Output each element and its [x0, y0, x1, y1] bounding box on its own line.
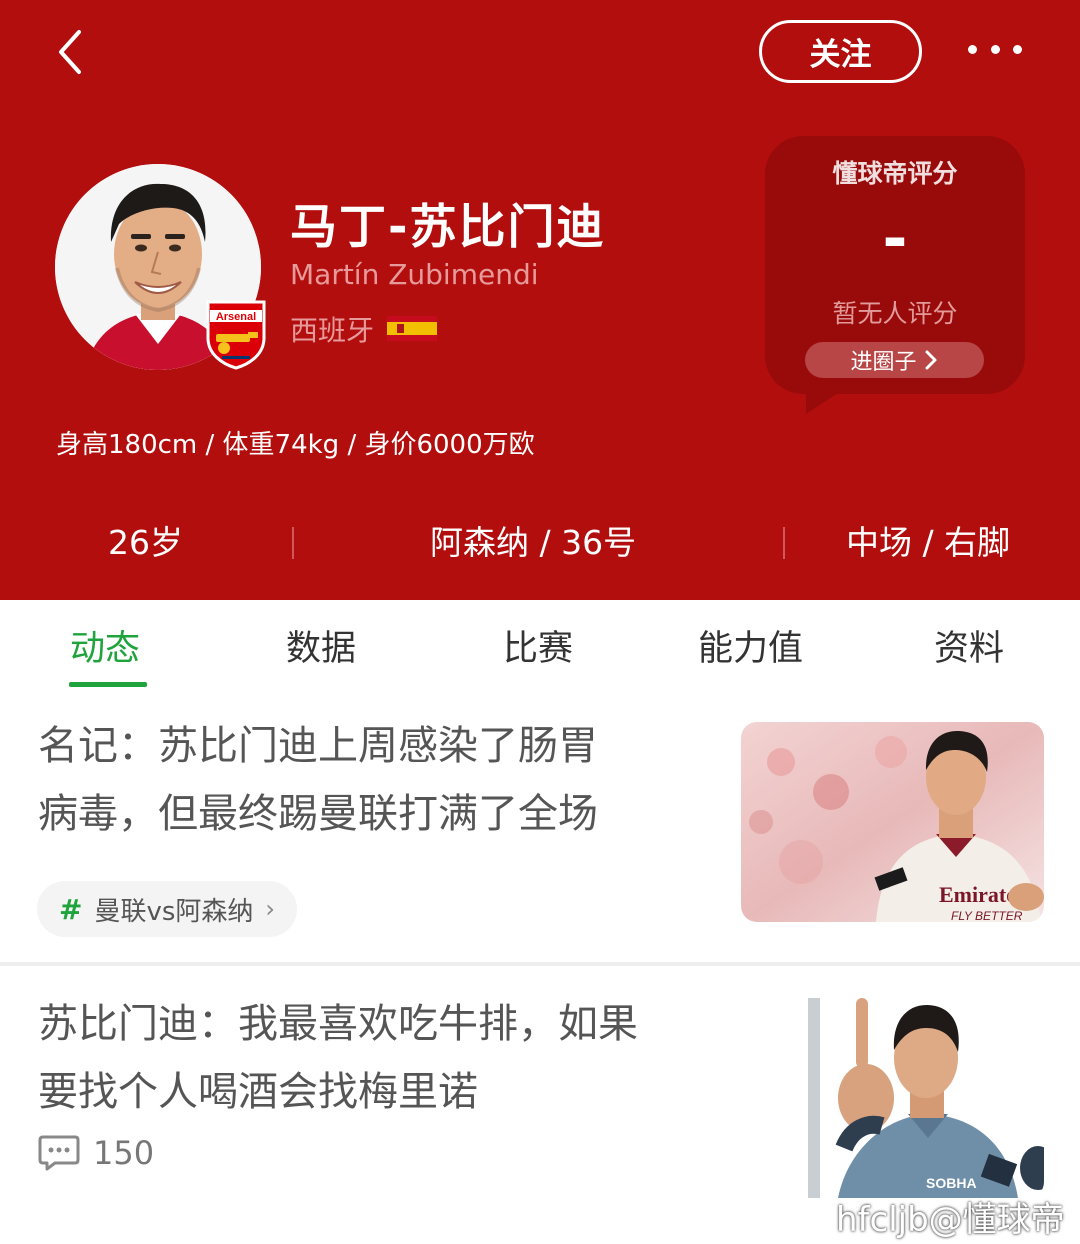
rating-value: -: [882, 204, 908, 274]
more-dot-icon: [1013, 44, 1022, 54]
info-row: 26岁 阿森纳 / 36号 中场 / 右脚: [0, 515, 1080, 571]
watermark: hfcljb@懂球帝: [836, 1200, 1065, 1240]
player-physical-stats: 身高180cm / 体重74kg / 身价6000万欧: [56, 430, 535, 460]
thumb-sponsor-subtext: FLY BETTER: [951, 909, 1023, 922]
feed-item-title[interactable]: 苏比门迪：我最喜欢吃牛排，如果 要找个人喝酒会找梅里诺: [38, 990, 738, 1126]
active-tab-indicator: [69, 682, 147, 687]
feed-item-thumbnail[interactable]: SOBHA: [808, 998, 1044, 1198]
hashtag-icon: #: [59, 892, 83, 926]
comment-count[interactable]: 150: [37, 1134, 154, 1172]
topic-tag[interactable]: # 曼联vs阿森纳 ›: [37, 881, 298, 937]
more-dot-icon: [968, 44, 977, 54]
thumb-sponsor-text: SOBHA: [926, 1175, 977, 1191]
player-name-cn: 马丁-苏比门迪: [290, 200, 606, 255]
player-photo: Emirates FLY BETTER: [741, 722, 1044, 922]
rating-card-tail: [806, 384, 852, 414]
player-nationality: 西班牙: [290, 314, 375, 347]
player-position-foot: 中场 / 右脚: [846, 523, 1011, 562]
feed-title-line: 苏比门迪：我最喜欢吃牛排，如果: [38, 1001, 638, 1047]
tab-ability[interactable]: 能力值: [698, 620, 803, 671]
player-photo: SOBHA: [808, 998, 1044, 1198]
back-button[interactable]: [40, 26, 100, 78]
chevron-right-icon: [925, 350, 936, 370]
feed-item-title[interactable]: 名记：苏比门迪上周感染了肠胃 病毒，但最终踢曼联打满了全场: [38, 712, 698, 848]
arsenal-badge-icon: Arsenal: [206, 300, 266, 370]
player-club-number[interactable]: 阿森纳 / 36号: [430, 515, 636, 571]
tab-profile[interactable]: 资料: [934, 620, 1004, 671]
enter-circle-label: 进圈子: [850, 350, 917, 375]
rating-card: 懂球帝评分 - 暂无人评分 进圈子: [765, 136, 1025, 394]
feed-item-thumbnail[interactable]: Emirates FLY BETTER: [741, 722, 1044, 922]
enter-circle-button[interactable]: 进圈子: [805, 342, 984, 378]
spain-flag-icon: [387, 316, 437, 341]
feed-title-line: 要找个人喝酒会找梅里诺: [38, 1069, 478, 1115]
topic-tag-label: 曼联vs阿森纳: [94, 896, 254, 927]
player-name-en: Martín Zubimendi: [290, 258, 539, 291]
comment-bubble-icon: [38, 1135, 80, 1171]
tab-data[interactable]: 数据: [286, 620, 356, 671]
tab-news[interactable]: 动态: [70, 620, 140, 671]
more-dot-icon: [990, 44, 1000, 54]
feed-title-line: 名记：苏比门迪上周感染了肠胃: [38, 723, 598, 769]
divider: [783, 527, 785, 559]
follow-button[interactable]: 关注: [759, 20, 922, 83]
chevron-right-icon: ›: [265, 895, 276, 923]
comment-count-value: 150: [93, 1134, 155, 1172]
feed-item[interactable]: 名记：苏比门迪上周感染了肠胃 病毒，但最终踢曼联打满了全场 # 曼联vs阿森纳 …: [0, 700, 1080, 962]
feed-title-line: 病毒，但最终踢曼联打满了全场: [38, 791, 598, 837]
club-badge-text: Arsenal: [216, 311, 256, 323]
player-age: 26岁: [108, 523, 183, 562]
player-header: 关注 Arsenal 马丁-苏比门迪 Martín Zubimendi 西班牙 …: [0, 0, 1080, 600]
tab-bar: 动态 数据 比赛 能力值 资料: [0, 600, 1080, 696]
divider: [292, 527, 294, 559]
chevron-left-icon: [59, 30, 81, 74]
tab-matches[interactable]: 比赛: [503, 620, 573, 671]
rating-title: 懂球帝评分: [832, 159, 958, 188]
rating-empty-text: 暂无人评分: [832, 299, 958, 328]
more-options-button[interactable]: [962, 32, 1028, 66]
